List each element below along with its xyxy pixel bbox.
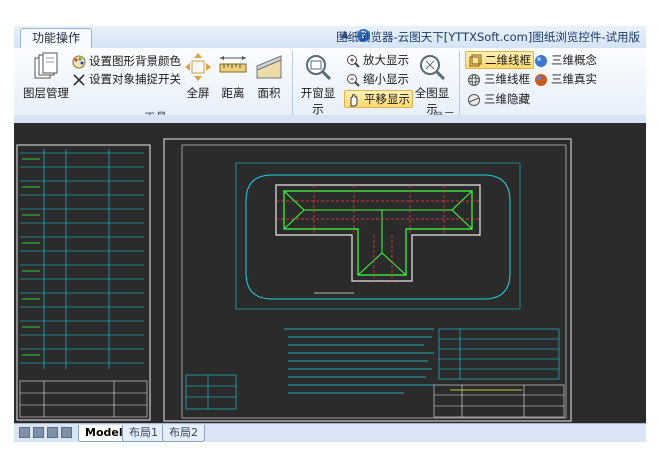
set-bg-color-label: 设置图形背景颜色 (89, 54, 181, 68)
left-sheet (16, 144, 151, 421)
realistic-3d-button[interactable]: 三维真实 (532, 71, 599, 87)
tab-layout1[interactable]: 布局1 (122, 425, 165, 442)
zoom-out-label: 缩小显示 (363, 72, 409, 86)
area-icon (256, 55, 282, 79)
right-sheet (163, 138, 572, 422)
set-snap-toggle-label: 设置对象捕捉开关 (89, 72, 181, 86)
wire-3d-label: 三维线框 (484, 72, 530, 86)
pan-icon (350, 93, 358, 106)
fullscreen-button[interactable]: 全屏 (182, 52, 214, 101)
wireframe-2d-icon (469, 54, 482, 66)
layers-icon (34, 52, 58, 79)
wire-3d-button[interactable]: 三维线框 (465, 71, 532, 87)
distance-label: 距离 (221, 86, 245, 100)
next-tab-icon[interactable] (47, 427, 58, 438)
snap-icon (73, 73, 85, 86)
zoom-out-button[interactable]: 缩小显示 (344, 71, 411, 87)
ribbon-separator (292, 51, 293, 119)
wireframe-3d-icon (468, 73, 480, 86)
concept-3d-button[interactable]: 三维概念 (532, 52, 599, 68)
zoom-extents-icon (420, 55, 446, 81)
palette-icon (72, 55, 86, 68)
prev-tab-icon[interactable] (33, 427, 44, 438)
realistic-3d-icon (535, 73, 547, 86)
set-snap-toggle-button[interactable]: 设置对象捕捉开关 (70, 71, 183, 87)
hidden-3d-icon (468, 93, 480, 106)
hidden-3d-label: 三维隐藏 (484, 92, 530, 106)
concept-3d-label: 三维概念 (551, 53, 597, 67)
area-button[interactable]: 面积 (252, 52, 286, 101)
fullscreen-label: 全屏 (186, 86, 210, 100)
pan-label: 平移显示 (364, 92, 410, 106)
zoom-in-icon (347, 54, 360, 68)
fullscreen-icon (185, 53, 211, 81)
ribbon: 图层管理 设置图形背景颜色 设置对象捕捉开关 全屏 距离 面积 工具 (14, 26, 646, 124)
zoom-in-button[interactable]: 放大显示 (344, 52, 411, 68)
layer-manage-button[interactable]: 图层管理 (21, 52, 71, 101)
hidden-3d-button[interactable]: 三维隐藏 (465, 91, 532, 107)
layout-tabbar: Model 布局1 布局2 (14, 423, 646, 442)
area-label: 面积 (257, 86, 281, 100)
wire-2d-button[interactable]: 二维线框 (465, 51, 534, 69)
zoom-out-icon (347, 73, 360, 87)
cad-drawing (16, 138, 572, 422)
last-tab-icon[interactable] (61, 427, 72, 438)
canvas-top-strip (14, 115, 646, 123)
realistic-3d-label: 三维真实 (551, 72, 597, 86)
ribbon-separator (459, 51, 460, 119)
wire-2d-label: 二维线框 (485, 53, 531, 67)
tab-layout2[interactable]: 布局2 (162, 425, 205, 442)
window-display-label: 开窗显示 (300, 86, 336, 116)
full-display-button[interactable]: 全图显示 (410, 52, 454, 117)
layer-manage-label: 图层管理 (23, 86, 69, 100)
first-tab-icon[interactable] (19, 427, 30, 438)
pan-button[interactable]: 平移显示 (344, 90, 413, 108)
window-display-button[interactable]: 开窗显示 (296, 52, 340, 117)
ruler-icon (219, 56, 247, 73)
drawing-canvas[interactable] (14, 123, 646, 423)
window-zoom-icon (306, 55, 332, 81)
zoom-in-label: 放大显示 (363, 53, 409, 67)
set-bg-color-button[interactable]: 设置图形背景颜色 (70, 53, 183, 69)
distance-button[interactable]: 距离 (217, 52, 249, 101)
conceptual-3d-icon (535, 54, 547, 67)
